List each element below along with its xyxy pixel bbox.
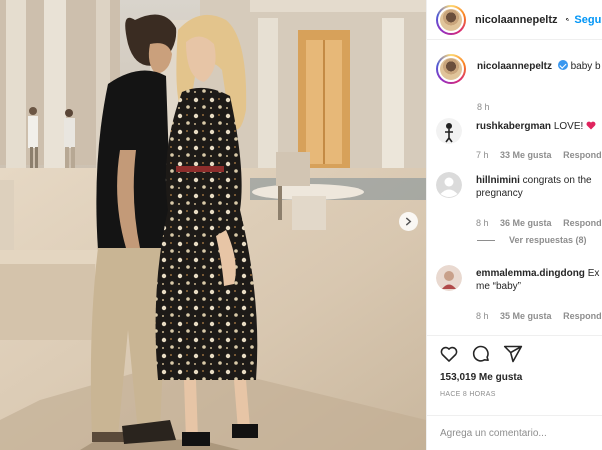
post-author-username[interactable]: nicolaannepeltz (475, 14, 558, 26)
avatar[interactable] (436, 118, 462, 144)
comment-input[interactable] (440, 425, 590, 441)
comment-time[interactable]: 8 h (476, 218, 489, 228)
divider-line (477, 239, 495, 241)
comment-text-continued: me “baby” (476, 281, 522, 292)
post-photo[interactable] (0, 0, 426, 450)
avatar[interactable] (436, 54, 466, 84)
caption-time: 8 h (477, 102, 490, 112)
heart-emoji-icon (586, 121, 596, 130)
post-timestamp: HACE 8 HORAS (440, 391, 496, 398)
like-count[interactable]: 153,019 Me gusta (440, 372, 522, 383)
avatar[interactable] (436, 265, 462, 291)
comment-text: Ex (587, 268, 600, 279)
verified-badge-icon (557, 60, 568, 70)
reply-button[interactable]: Responder (563, 311, 602, 321)
comment-icon[interactable] (471, 344, 491, 364)
reply-button[interactable]: Responder (563, 150, 602, 160)
post-header: nicolaannepeltz • Seguir (427, 0, 602, 40)
view-replies-label: Ver respuestas (8) (509, 235, 587, 245)
post-actions: 153,019 Me gusta HACE 8 HORAS (427, 335, 602, 441)
avatar[interactable] (436, 172, 462, 198)
heart-icon[interactable] (439, 344, 459, 364)
avatar[interactable] (436, 4, 466, 35)
comment-time[interactable]: 8 h (476, 311, 489, 321)
comment-username[interactable]: emmalemma.dingdong (476, 268, 585, 279)
caption-username[interactable]: nicolaannepeltz (477, 61, 552, 72)
comment-text: LOVE! (553, 121, 584, 132)
add-comment-bar (427, 415, 602, 450)
next-photo-button[interactable] (399, 212, 418, 231)
comment-username[interactable]: rushkabergman (476, 121, 551, 132)
chevron-right-icon (405, 217, 412, 226)
comment-likes[interactable]: 36 Me gusta (500, 218, 552, 228)
reply-button[interactable]: Responder (563, 218, 602, 228)
comments-list[interactable]: nicolaannepeltz baby b 8 h rushkabergman… (427, 40, 602, 335)
share-icon[interactable] (503, 344, 523, 364)
comment-time[interactable]: 7 h (476, 150, 489, 160)
comment-likes[interactable]: 35 Me gusta (500, 311, 552, 321)
caption-text: baby b (570, 61, 601, 72)
view-replies-button[interactable]: Ver respuestas (8) (477, 235, 587, 245)
follow-button[interactable]: Seguir (574, 14, 602, 26)
post-side-panel: nicolaannepeltz • Seguir nicolaannepeltz… (426, 0, 602, 450)
couple-photo-illustration (0, 0, 426, 450)
comment-likes[interactable]: 33 Me gusta (500, 150, 552, 160)
comment-username[interactable]: hillnimini (476, 175, 520, 186)
